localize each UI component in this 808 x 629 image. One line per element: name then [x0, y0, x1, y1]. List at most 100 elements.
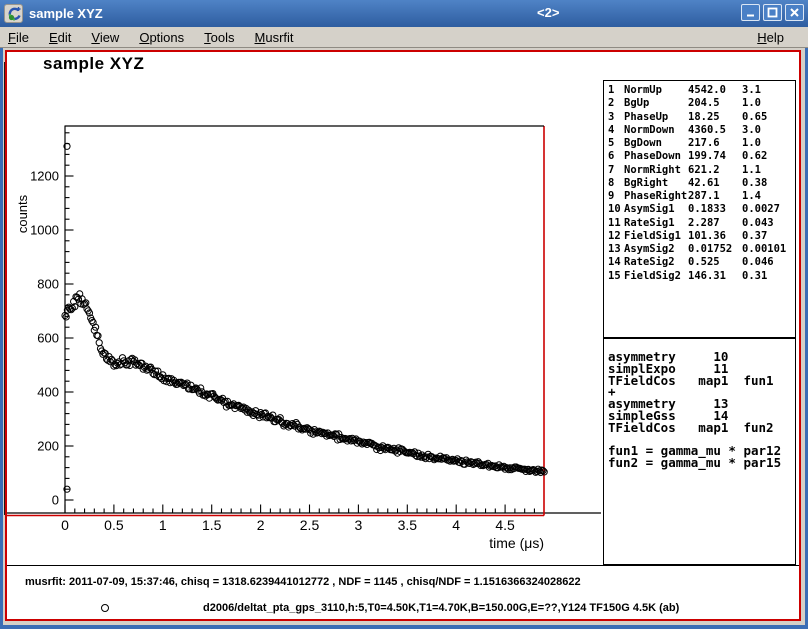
param-no: 12	[608, 230, 624, 243]
param-err: 0.00101	[742, 243, 795, 256]
param-name: BgRight	[624, 177, 688, 190]
workspace-indicator: <2>	[537, 5, 559, 20]
param-name: FieldSig2	[624, 270, 688, 283]
menu-musrfit[interactable]: Musrfit	[253, 28, 302, 47]
theory-pad: asymmetry 10simplExpo 11TFieldCos map1 f…	[603, 338, 796, 565]
param-no: 3	[608, 111, 624, 124]
param-row: 5BgDown217.61.0	[608, 137, 795, 150]
param-no: 9	[608, 190, 624, 203]
param-name: AsymSig2	[624, 243, 688, 256]
y-tick-label: 0	[52, 493, 59, 508]
x-tick-label: 4.5	[495, 517, 515, 533]
param-row: 12FieldSig1101.360.37	[608, 230, 795, 243]
x-tick-label: 1	[159, 517, 167, 533]
param-err: 3.1	[742, 84, 795, 97]
maximize-button[interactable]	[763, 4, 782, 21]
menu-help[interactable]: Help	[755, 28, 792, 47]
param-row: 8BgRight42.610.38	[608, 177, 795, 190]
legend-run-text: d2006/deltat_pta_gps_3110,h:5,T0=4.50K,T…	[203, 602, 679, 614]
x-axis-title: time (μs)	[489, 535, 544, 551]
param-no: 15	[608, 270, 624, 283]
param-name: NormUp	[624, 84, 688, 97]
y-tick-label: 200	[37, 439, 59, 454]
param-name: PhaseRight	[624, 190, 688, 203]
param-name: NormRight	[624, 164, 688, 177]
theory-line: fun2 = gamma_mu * par15	[608, 457, 795, 469]
param-err: 0.62	[742, 150, 795, 163]
root-canvas[interactable]: sample XYZ 02004006008001000120000.511.5…	[5, 50, 801, 621]
x-tick-label: 2.5	[300, 517, 320, 533]
param-value: 621.2	[688, 164, 742, 177]
param-err: 0.043	[742, 217, 795, 230]
menu-edit[interactable]: Edit	[47, 28, 79, 47]
y-tick-label: 400	[37, 385, 59, 400]
canvas-frame: sample XYZ 02004006008001000120000.511.5…	[3, 48, 805, 625]
param-err: 0.046	[742, 256, 795, 269]
param-name: PhaseUp	[624, 111, 688, 124]
x-tick-label: 3	[355, 517, 363, 533]
menu-tools[interactable]: Tools	[202, 28, 242, 47]
param-no: 2	[608, 97, 624, 110]
param-row: 9PhaseRight287.11.4	[608, 190, 795, 203]
param-value: 2.287	[688, 217, 742, 230]
param-value: 101.36	[688, 230, 742, 243]
close-button[interactable]	[785, 4, 804, 21]
app-icon	[4, 4, 23, 23]
param-no: 4	[608, 124, 624, 137]
param-value: 4360.5	[688, 124, 742, 137]
x-tick-label: 4	[452, 517, 460, 533]
minimize-button[interactable]	[741, 4, 760, 21]
param-err: 1.0	[742, 97, 795, 110]
param-name: AsymSig1	[624, 203, 688, 216]
param-err: 1.1	[742, 164, 795, 177]
param-no: 14	[608, 256, 624, 269]
legend-open-circle-icon	[101, 604, 109, 612]
param-err: 0.65	[742, 111, 795, 124]
param-no: 7	[608, 164, 624, 177]
param-value: 0.01752	[688, 243, 742, 256]
param-err: 0.0027	[742, 203, 795, 216]
info-pad-divider	[7, 565, 799, 566]
titlebar[interactable]: sample XYZ <2>	[0, 0, 808, 27]
param-value: 18.25	[688, 111, 742, 124]
param-row: 13AsymSig20.017520.00101	[608, 243, 795, 256]
param-row: 2BgUp204.51.0	[608, 97, 795, 110]
param-name: BgDown	[624, 137, 688, 150]
y-tick-label: 800	[37, 277, 59, 292]
param-name: RateSig1	[624, 217, 688, 230]
y-tick-label: 1000	[30, 223, 59, 238]
x-tick-label: 1.5	[202, 517, 222, 533]
param-err: 0.38	[742, 177, 795, 190]
menu-view[interactable]: View	[89, 28, 127, 47]
param-err: 1.0	[742, 137, 795, 150]
param-value: 0.525	[688, 256, 742, 269]
param-value: 42.61	[688, 177, 742, 190]
param-row: 4NormDown4360.53.0	[608, 124, 795, 137]
param-err: 0.37	[742, 230, 795, 243]
param-row: 14RateSig20.5250.046	[608, 256, 795, 269]
menu-options[interactable]: Options	[137, 28, 192, 47]
param-value: 199.74	[688, 150, 742, 163]
y-tick-label: 1200	[30, 169, 59, 184]
param-name: NormDown	[624, 124, 688, 137]
param-name: BgUp	[624, 97, 688, 110]
param-row: 15FieldSig2146.310.31	[608, 270, 795, 283]
param-row: 6PhaseDown199.740.62	[608, 150, 795, 163]
param-no: 11	[608, 217, 624, 230]
window-title: sample XYZ	[29, 6, 103, 21]
param-name: RateSig2	[624, 256, 688, 269]
param-value: 217.6	[688, 137, 742, 150]
param-err: 0.31	[742, 270, 795, 283]
param-value: 4542.0	[688, 84, 742, 97]
param-row: 11RateSig12.2870.043	[608, 217, 795, 230]
data-points	[62, 143, 547, 492]
menu-file[interactable]: File	[6, 28, 37, 47]
y-axis-title: counts	[15, 194, 30, 233]
app-window: sample XYZ <2> File Edit View Options Tools M…	[0, 0, 808, 629]
x-tick-label: 0	[61, 517, 69, 533]
param-no: 13	[608, 243, 624, 256]
param-no: 1	[608, 84, 624, 97]
param-no: 6	[608, 150, 624, 163]
param-no: 5	[608, 137, 624, 150]
param-row: 1NormUp4542.03.1	[608, 84, 795, 97]
